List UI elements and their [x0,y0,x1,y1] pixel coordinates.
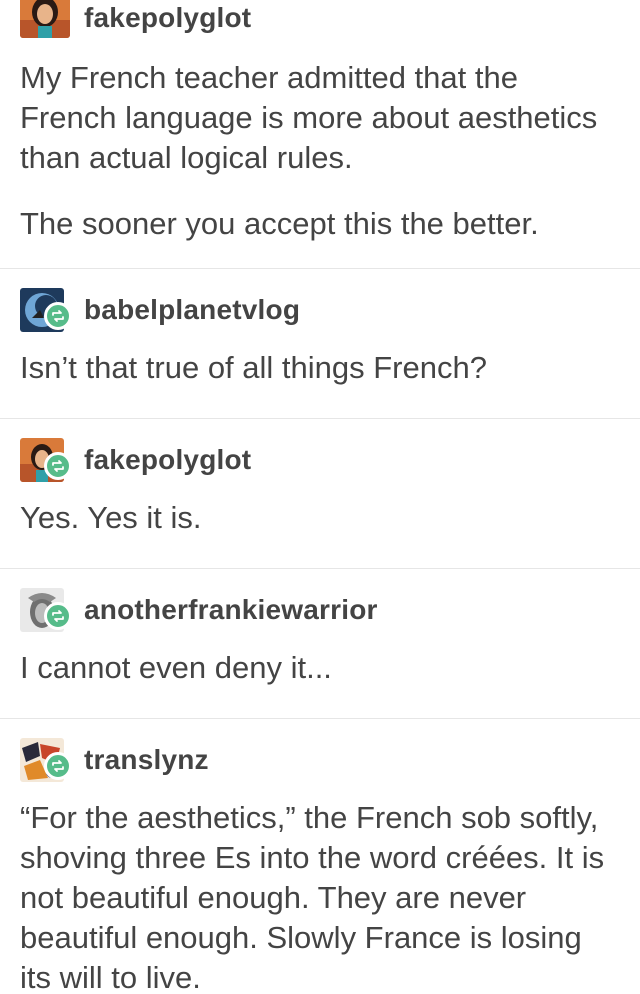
post-paragraph: I cannot even deny it... [20,650,332,685]
post-username[interactable]: anotherfrankiewarrior [84,594,378,626]
post-paragraph: “For the aesthetics,” the French sob sof… [20,800,605,994]
post-body: “For the aesthetics,” the French sob sof… [20,782,620,994]
post-paragraph: Yes. Yes it is. [20,500,202,535]
avatar-container[interactable] [20,438,72,482]
avatar-container[interactable] [20,0,70,40]
post-fakepolyglot-original: fakepolyglot My French teacher admitted … [0,0,640,268]
reblog-icon [44,302,72,330]
reblog-thread: fakepolyglot My French teacher admitted … [0,0,640,994]
post-header: fakepolyglot [20,438,620,482]
post-header: anotherfrankiewarrior [20,588,620,632]
avatar-fakepolyglot-icon[interactable] [20,0,70,38]
reblog-icon [44,752,72,780]
post-paragraph: My French teacher admitted that the Fren… [20,60,598,175]
post-babelplanetvlog: babelplanetvlog Isn’t that true of all t… [0,268,640,418]
post-body: My French teacher admitted that the Fren… [20,36,620,244]
post-username[interactable]: fakepolyglot [84,2,251,34]
post-username[interactable]: babelplanetvlog [84,294,300,326]
post-username[interactable]: translynz [84,744,209,776]
post-header: babelplanetvlog [20,288,620,332]
post-username[interactable]: fakepolyglot [84,444,251,476]
post-translynz: translynz “For the aesthetics,” the Fren… [0,718,640,994]
post-paragraph: Isn’t that true of all things French? [20,350,487,385]
post-header: translynz [20,738,620,782]
post-anotherfrankiewarrior: anotherfrankiewarrior I cannot even deny… [0,568,640,718]
avatar-container[interactable] [20,588,72,632]
avatar-container[interactable] [20,738,72,782]
post-fakepolyglot-reply: fakepolyglot Yes. Yes it is. [0,418,640,568]
post-body: Yes. Yes it is. [20,482,620,538]
post-paragraph: The sooner you accept this the better. [20,206,539,241]
reblog-icon [44,602,72,630]
avatar-container[interactable] [20,288,72,332]
reblog-icon [44,452,72,480]
post-body: I cannot even deny it... [20,632,620,688]
post-header: fakepolyglot [20,0,620,38]
post-body: Isn’t that true of all things French? [20,332,620,388]
